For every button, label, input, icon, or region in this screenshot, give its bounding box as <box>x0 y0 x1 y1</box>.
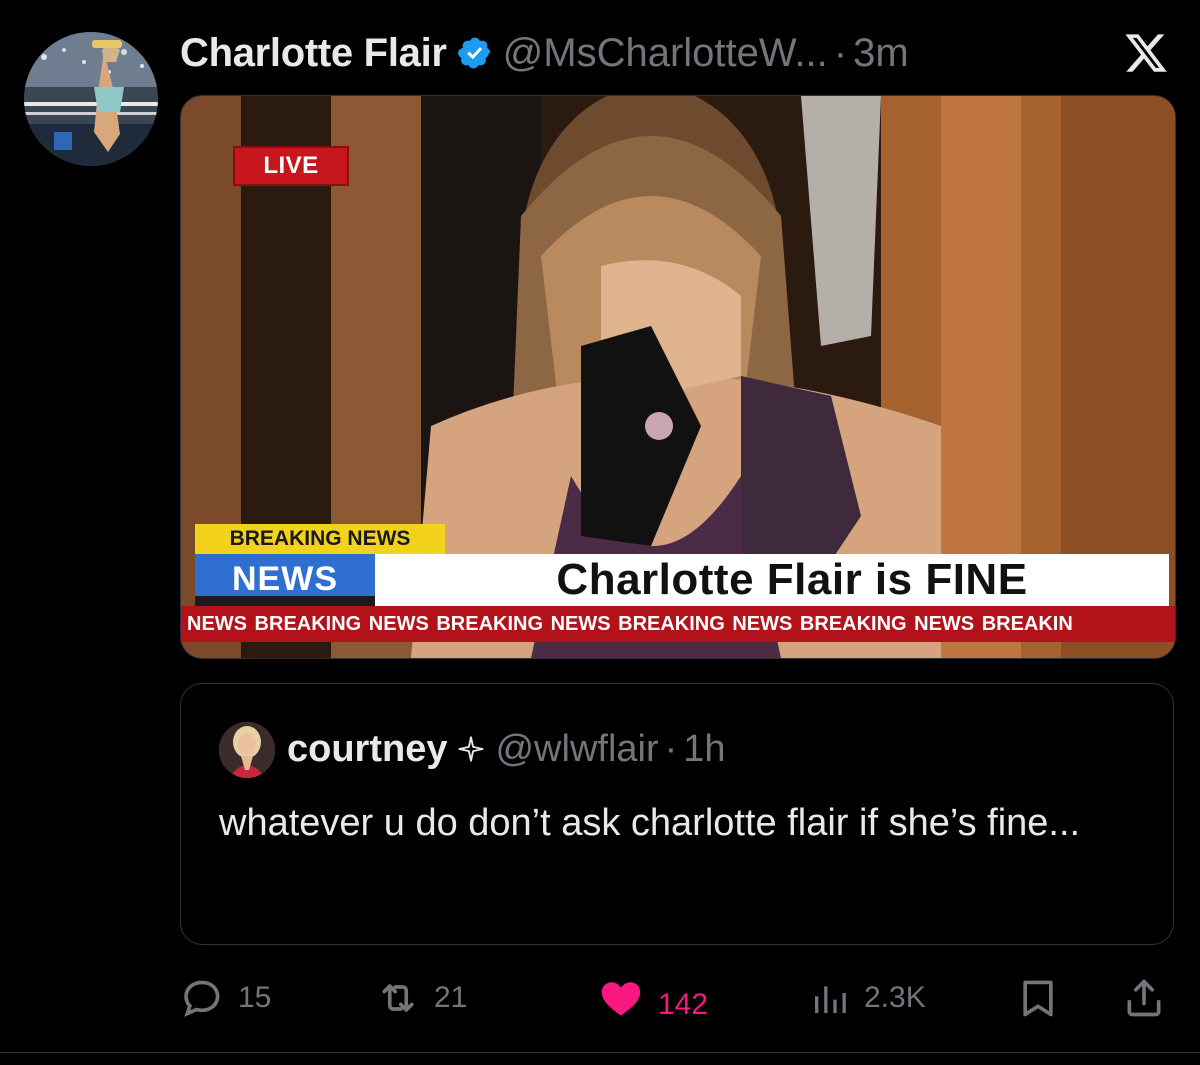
quoted-post-text: whatever u do don’t ask charlotte flair … <box>219 802 1081 844</box>
quoted-separator-dot: · <box>664 727 678 770</box>
post-media-image[interactable]: LIVE BREAKING NEWS NEWS Charlotte Flair … <box>180 95 1176 659</box>
bookmark-button[interactable] <box>1016 968 1060 1028</box>
quoted-author-handle[interactable]: @wlwflair <box>495 728 658 771</box>
views-count: 2.3K <box>864 981 926 1014</box>
reply-button[interactable]: 15 <box>180 968 271 1028</box>
breaking-news-label: BREAKING NEWS <box>195 524 445 554</box>
quoted-post-header: courtney @wlwflair · 1h <box>287 724 726 774</box>
like-count: 142 <box>658 988 709 1021</box>
quoted-author-avatar[interactable] <box>219 722 275 778</box>
quoted-post[interactable]: courtney @wlwflair · 1h whatever u do do… <box>180 683 1174 945</box>
quoted-author-name[interactable]: courtney <box>287 728 447 771</box>
quoted-post-timestamp[interactable]: 1h <box>683 728 725 771</box>
author-name[interactable]: Charlotte Flair <box>180 31 447 76</box>
share-button[interactable] <box>1122 968 1166 1028</box>
live-badge: LIVE <box>233 146 349 186</box>
news-ticker: NEWS BREAKING NEWS BREAKING NEWS BREAKIN… <box>181 606 1175 642</box>
headline-bar: Charlotte Flair is FINE <box>375 554 1169 606</box>
news-block-shadow <box>195 596 375 606</box>
bookmark-icon <box>1023 980 1053 1017</box>
reply-count: 15 <box>238 981 272 1014</box>
views-button[interactable]: 2.3K <box>810 968 926 1028</box>
verified-badge-icon[interactable] <box>457 35 493 71</box>
tweet: Charlotte Flair @MsCharlotteW... · 3m LI… <box>0 0 1200 1065</box>
separator-dot: · <box>833 30 848 75</box>
post-header: Charlotte Flair @MsCharlotteW... · 3m <box>180 28 909 78</box>
repost-icon <box>382 984 414 1012</box>
sparkle-badge-icon <box>458 736 485 762</box>
quoted-avatar-image <box>219 722 275 778</box>
repost-count: 21 <box>434 981 468 1014</box>
x-logo-icon[interactable] <box>1122 30 1170 76</box>
like-button[interactable]: 142 <box>598 968 708 1028</box>
views-icon <box>815 986 846 1013</box>
avatar-image <box>24 32 158 166</box>
repost-button[interactable]: 21 <box>376 968 467 1028</box>
like-heart-icon <box>601 982 641 1016</box>
author-avatar[interactable] <box>24 32 158 166</box>
post-timestamp[interactable]: 3m <box>853 31 909 76</box>
share-icon <box>1127 979 1161 1017</box>
action-bar: 15 21 142 2.3K <box>180 968 1174 1028</box>
author-handle[interactable]: @MsCharlotteW... <box>503 31 828 76</box>
divider <box>0 1052 1200 1053</box>
reply-icon <box>184 980 220 1017</box>
